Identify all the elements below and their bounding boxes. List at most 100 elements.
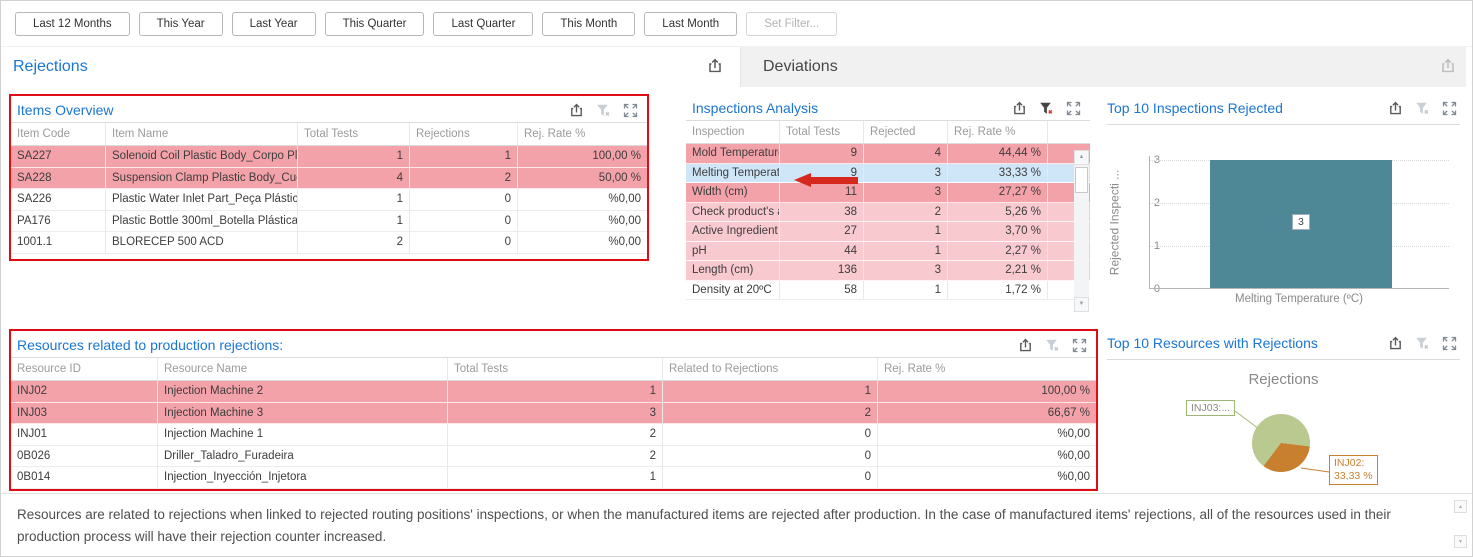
column-header[interactable]: Related to Rejections — [663, 358, 878, 380]
cell-item-name: Solenoid Coil Plastic Body_Corpo Plás... — [106, 146, 298, 167]
vertical-scrollbar[interactable]: ▲ ▼ — [1074, 150, 1089, 312]
cell-resource-name: Injection Machine 1 — [158, 424, 448, 445]
table-row[interactable]: pH 44 1 2,27 % — [686, 242, 1090, 262]
divider — [1107, 359, 1460, 360]
clear-filter-icon[interactable] — [1045, 338, 1061, 354]
column-header[interactable]: Rej. Rate % — [878, 358, 1096, 380]
table-row[interactable]: PA176 Plastic Bottle 300ml_Botella Plást… — [11, 211, 647, 233]
column-header[interactable]: Total Tests — [448, 358, 663, 380]
table-row[interactable]: SA227 Solenoid Coil Plastic Body_Corpo P… — [11, 146, 647, 168]
clear-filter-active-icon[interactable] — [1039, 101, 1055, 117]
table-row[interactable]: Length (cm) 136 3 2,21 % — [686, 261, 1090, 281]
table-row[interactable]: 1001.1 BLORECEP 500 ACD 2 0 %0,00 — [11, 232, 647, 254]
table-row[interactable]: 0B026 Driller_Taladro_Furadeira 2 0 %0,0… — [11, 446, 1096, 468]
cell-total-tests: 2 — [298, 232, 410, 253]
filter-last-quarter-button[interactable]: Last Quarter — [433, 12, 533, 36]
cell-rejections: 0 — [410, 189, 518, 210]
column-header[interactable]: Resource Name — [158, 358, 448, 380]
tab-rejections[interactable]: Rejections — [1, 47, 739, 87]
export-icon[interactable] — [1012, 101, 1028, 117]
scroll-up-button[interactable]: ▲ — [1074, 150, 1089, 165]
cell-rej-rate: 1,72 % — [948, 281, 1048, 300]
table-row[interactable]: Check product's appea... 38 2 5,26 % — [686, 203, 1090, 223]
tab-deviations[interactable]: Deviations — [740, 47, 1466, 87]
cell-resource-id: INJ01 — [11, 424, 158, 445]
table-row[interactable]: INJ02 Injection Machine 2 1 1 100,00 % — [11, 381, 1096, 403]
export-icon[interactable] — [569, 103, 585, 119]
table-row[interactable]: 0B014 Injection_Inyección_Injetora 1 0 %… — [11, 467, 1096, 489]
table-row[interactable]: INJ01 Injection Machine 1 2 0 %0,00 — [11, 424, 1096, 446]
filter-last-12-months-button[interactable]: Last 12 Months — [15, 12, 130, 36]
cell-rej-rate: 100,00 % — [518, 146, 647, 167]
scroll-down-button[interactable]: ▼ — [1074, 297, 1089, 312]
column-header[interactable]: Item Name — [106, 123, 298, 145]
cell-rejections: 0 — [410, 232, 518, 253]
clear-filter-icon[interactable] — [1415, 101, 1431, 117]
filter-this-month-button[interactable]: This Month — [542, 12, 635, 36]
table-row[interactable]: Density at 20ºC 58 1 1,72 % — [686, 281, 1090, 301]
cell-rej-rate: 2,21 % — [948, 261, 1048, 280]
table-header: Resource ID Resource Name Total Tests Re… — [11, 357, 1096, 381]
footer-note: Resources are related to rejections when… — [1, 493, 1473, 557]
table-header: Inspection Total Tests Rejected Rej. Rat… — [686, 120, 1090, 144]
column-header[interactable]: Inspection — [686, 121, 780, 143]
cell-total-tests: 1 — [448, 467, 663, 488]
maximize-icon[interactable] — [1442, 101, 1458, 117]
cell-rejections: 2 — [410, 168, 518, 189]
maximize-icon[interactable] — [1066, 101, 1082, 117]
cell-inspection: Check product's appea... — [686, 203, 780, 222]
column-header[interactable]: Total Tests — [780, 121, 864, 143]
column-header[interactable]: Resource ID — [11, 358, 158, 380]
cell-item-name: BLORECEP 500 ACD — [106, 232, 298, 253]
footer-text: Resources are related to rejections when… — [17, 504, 1444, 547]
table-row-selected[interactable]: Melting Temperature (º... 9 3 33,33 % — [686, 164, 1090, 184]
bar-chart-plot-area: 3 — [1149, 156, 1449, 289]
scroll-up-button[interactable]: ▲ — [1454, 500, 1467, 513]
cell-rej-rate: %0,00 — [878, 467, 1096, 488]
top10-inspections-rejected-panel: Top 10 Inspections Rejected Rejected Ins… — [1101, 94, 1466, 315]
maximize-icon[interactable] — [1072, 338, 1088, 354]
items-overview-panel: Items Overview Item Code Item Name Total… — [9, 94, 649, 261]
cell-inspection: Density at 20ºC — [686, 281, 780, 300]
pie-chart[interactable] — [1252, 414, 1310, 472]
pie-label-inj02[interactable]: INJ02: 33,33 % — [1329, 455, 1378, 485]
scrollbar-thumb[interactable] — [1075, 167, 1088, 193]
cell-total-tests: 3 — [448, 403, 663, 424]
filter-this-quarter-button[interactable]: This Quarter — [325, 12, 425, 36]
panel-title: Items Overview — [11, 96, 647, 122]
table-row[interactable]: Active Ingredient Conc... 27 1 3,70 % — [686, 222, 1090, 242]
page-title: Rejections — [13, 58, 88, 76]
clear-filter-icon[interactable] — [1415, 336, 1431, 352]
table-row[interactable]: Width (cm) 11 3 27,27 % — [686, 183, 1090, 203]
table-row[interactable]: INJ03 Injection Machine 3 3 2 66,67 % — [11, 403, 1096, 425]
scroll-down-button[interactable]: ▼ — [1454, 535, 1467, 548]
divider — [1107, 124, 1460, 125]
export-icon[interactable] — [1388, 101, 1404, 117]
maximize-icon[interactable] — [623, 103, 639, 119]
table-row[interactable]: SA226 Plastic Water Inlet Part_Peça Plás… — [11, 189, 647, 211]
column-header[interactable]: Rejections — [410, 123, 518, 145]
export-icon[interactable] — [1388, 336, 1404, 352]
table-row[interactable]: Mold Temperature (ºC) 9 4 44,44 % — [686, 144, 1090, 164]
cell-inspection: Mold Temperature (ºC) — [686, 144, 780, 163]
filter-last-year-button[interactable]: Last Year — [232, 12, 316, 36]
column-header[interactable]: Rej. Rate % — [948, 121, 1048, 143]
column-header[interactable]: Rejected — [864, 121, 948, 143]
set-filter-button[interactable]: Set Filter... — [746, 12, 837, 36]
cell-rejected: 2 — [864, 203, 948, 222]
filter-last-month-button[interactable]: Last Month — [644, 12, 737, 36]
column-header[interactable]: Total Tests — [298, 123, 410, 145]
maximize-icon[interactable] — [1442, 336, 1458, 352]
export-icon[interactable] — [1018, 338, 1034, 354]
table-row[interactable]: SA228 Suspension Clamp Plastic Body_Cuer… — [11, 168, 647, 190]
pie-label-inj03[interactable]: INJ03:... — [1186, 400, 1235, 416]
cell-rejections: 1 — [410, 146, 518, 167]
cell-rejections: 0 — [410, 211, 518, 232]
export-icon[interactable] — [1440, 58, 1456, 74]
red-annotation-arrow — [794, 173, 860, 187]
clear-filter-icon[interactable] — [596, 103, 612, 119]
column-header[interactable]: Rej. Rate % — [518, 123, 647, 145]
filter-this-year-button[interactable]: This Year — [139, 12, 223, 36]
export-icon[interactable] — [707, 58, 723, 74]
column-header[interactable]: Item Code — [11, 123, 106, 145]
